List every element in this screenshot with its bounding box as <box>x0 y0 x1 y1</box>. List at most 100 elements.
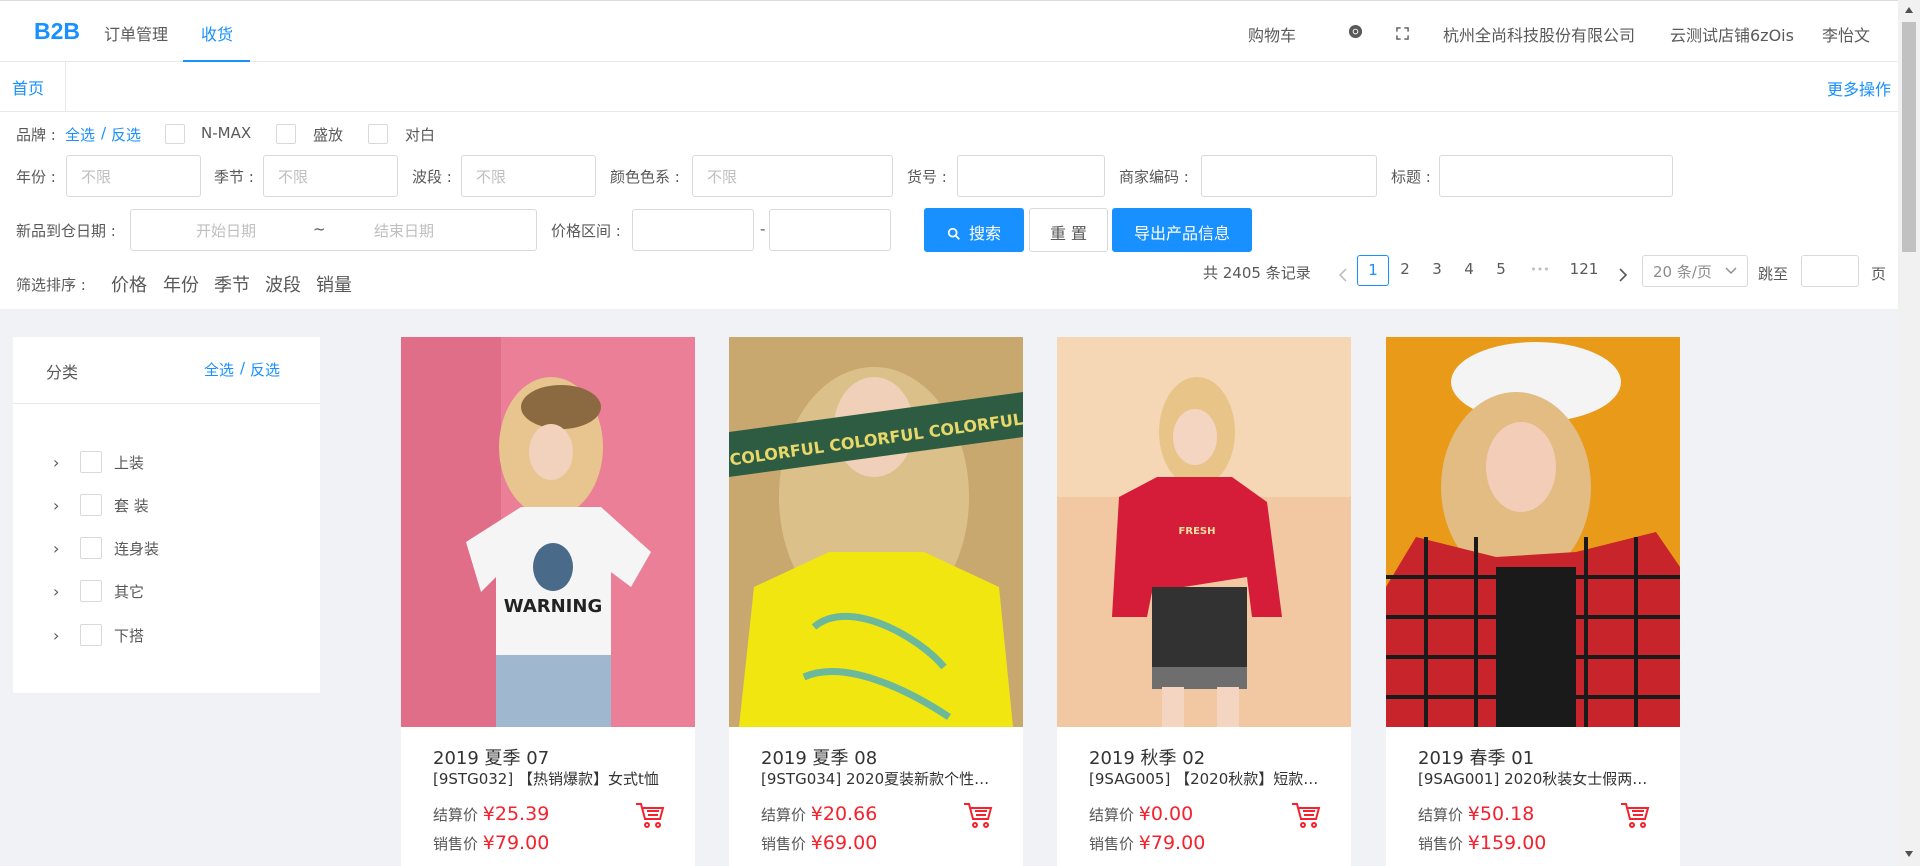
wave-select[interactable]: 不限 <box>461 155 596 197</box>
category-sidebar: 分类 全选 / 反选 › 上装 › 套 装 › 连身装 › 其它 › 下搭 <box>13 337 320 693</box>
store-name[interactable]: 云测试店铺6zOis <box>1670 22 1794 46</box>
chevron-right-icon[interactable]: › <box>53 582 59 601</box>
product-image[interactable] <box>1386 337 1680 727</box>
color-select[interactable]: 不限 <box>692 155 893 197</box>
page-5[interactable]: 5 <box>1489 260 1513 278</box>
scroll-down-icon[interactable] <box>1904 850 1914 858</box>
jump-page-input[interactable] <box>1801 255 1859 287</box>
year-select[interactable]: 不限 <box>66 155 201 197</box>
product-title[interactable]: 2019 秋季 02 <box>1089 744 1205 770</box>
filter-panel: 品牌 : 全选 / 反选 N-MAX 盛放 对白 年份 : 不限 季节 : 不限… <box>0 112 1898 309</box>
more-operations-link[interactable]: 更多操作 <box>1827 76 1891 100</box>
product-image[interactable]: FRESH <box>1057 337 1351 727</box>
brand-invert[interactable]: 反选 <box>111 124 141 145</box>
search-icon <box>947 226 961 245</box>
category-checkbox[interactable] <box>80 451 102 473</box>
add-to-cart-icon[interactable] <box>1620 801 1650 829</box>
category-checkbox[interactable] <box>80 624 102 646</box>
search-button[interactable]: 搜索 <box>924 208 1024 252</box>
add-to-cart-icon[interactable] <box>963 801 993 829</box>
product-image-text: WARNING <box>504 596 602 617</box>
category-checkbox[interactable] <box>80 537 102 559</box>
product-subtitle[interactable]: [9STG032] 【热销爆款】女式t恤 <box>433 768 669 789</box>
sale-price-row: 销售价 ¥159.00 <box>1418 832 1546 854</box>
product-title[interactable]: 2019 夏季 07 <box>433 744 549 770</box>
settle-price-label: 结算价 <box>1089 806 1135 824</box>
fullscreen-icon[interactable] <box>1396 25 1409 44</box>
sale-price: ¥69.00 <box>810 832 878 854</box>
add-to-cart-icon[interactable] <box>1291 801 1321 829</box>
add-to-cart-icon[interactable] <box>635 801 665 829</box>
product-card[interactable]: COLORFUL COLORFUL COLORFUL 2019 夏季 08 [9… <box>729 337 1023 866</box>
product-subtitle[interactable]: [9SAG005] 【2020秋款】短款卫衣 <box>1089 768 1325 789</box>
page-4[interactable]: 4 <box>1457 260 1481 278</box>
category-item-jumpsuits[interactable]: › 连身装 <box>13 535 320 565</box>
next-page-button[interactable] <box>1613 260 1633 288</box>
reset-button[interactable]: 重 置 <box>1029 208 1108 252</box>
app-logo[interactable]: B2B <box>34 18 80 45</box>
sale-price-row: 销售价 ¥79.00 <box>433 832 549 854</box>
nav-order-management[interactable]: 订单管理 <box>104 21 168 45</box>
merchant-code-input[interactable] <box>1201 155 1377 197</box>
product-card[interactable]: 2019 春季 01 [9SAG001] 2020秋装女士假两件衬衫 结算价 ¥… <box>1386 337 1680 866</box>
sort-sales[interactable]: 销量 <box>316 271 352 297</box>
sku-label: 货号 : <box>907 168 947 186</box>
page-3[interactable]: 3 <box>1425 260 1449 278</box>
category-item-sets[interactable]: › 套 装 <box>13 492 320 522</box>
page-2[interactable]: 2 <box>1393 260 1417 278</box>
scrollbar-thumb[interactable] <box>1902 22 1916 252</box>
brand-select-all[interactable]: 全选 <box>65 124 95 145</box>
brand-checkbox-nmax[interactable] <box>165 124 185 144</box>
product-subtitle[interactable]: [9STG034] 2020夏装新款个性印花 <box>761 768 997 789</box>
category-checkbox[interactable] <box>80 494 102 516</box>
title-input[interactable] <box>1439 155 1673 197</box>
sort-year[interactable]: 年份 <box>163 271 199 297</box>
product-subtitle[interactable]: [9SAG001] 2020秋装女士假两件衬衫 <box>1418 768 1654 789</box>
chevron-right-icon[interactable]: › <box>53 453 59 472</box>
end-date-placeholder: 结束日期 <box>374 222 435 240</box>
export-button[interactable]: 导出产品信息 <box>1112 208 1252 252</box>
sort-price[interactable]: 价格 <box>111 271 147 297</box>
category-checkbox[interactable] <box>80 580 102 602</box>
product-title[interactable]: 2019 春季 01 <box>1418 744 1534 770</box>
chevron-right-icon[interactable]: › <box>53 539 59 558</box>
cart-link[interactable]: 购物车 <box>1248 22 1296 46</box>
season-select[interactable]: 不限 <box>263 155 398 197</box>
color-label: 颜色色系 : <box>610 168 680 186</box>
page-ellipsis[interactable]: ••• <box>1525 260 1555 276</box>
price-min-input[interactable] <box>632 209 754 251</box>
product-card[interactable]: FRESH 2019 秋季 02 [9SAG005] 【2020秋款】短款卫衣 … <box>1057 337 1351 866</box>
product-image[interactable]: COLORFUL COLORFUL COLORFUL <box>729 337 1023 727</box>
brand-checkbox-shengfang[interactable] <box>276 124 296 144</box>
category-select-all[interactable]: 全选 <box>204 359 234 380</box>
product-card[interactable]: WARNING 2019 夏季 07 [9STG032] 【热销爆款】女式t恤 … <box>401 337 695 866</box>
sku-input[interactable] <box>957 155 1105 197</box>
sort-season[interactable]: 季节 <box>214 271 250 297</box>
brand-checkbox-duibai[interactable] <box>368 124 388 144</box>
price-max-input[interactable] <box>769 209 891 251</box>
category-invert[interactable]: 反选 <box>250 359 280 380</box>
product-title[interactable]: 2019 夏季 08 <box>761 744 877 770</box>
page-scrollbar[interactable] <box>1898 0 1920 866</box>
price-range-dash: - <box>760 220 766 238</box>
company-name[interactable]: 杭州全尚科技股份有限公司 <box>1443 22 1635 46</box>
page-1[interactable]: 1 <box>1357 255 1389 286</box>
prev-page-button[interactable] <box>1333 260 1353 288</box>
tab-home[interactable]: 首页 <box>0 62 66 112</box>
page-last[interactable]: 121 <box>1566 260 1602 278</box>
chrome-icon[interactable] <box>1348 24 1363 43</box>
category-item-bottoms[interactable]: › 下搭 <box>13 622 320 652</box>
scroll-up-icon[interactable] <box>1904 6 1914 14</box>
category-item-others[interactable]: › 其它 <box>13 578 320 608</box>
chevron-right-icon[interactable]: › <box>53 496 59 515</box>
user-name[interactable]: 李怡文 <box>1822 22 1870 46</box>
sort-wave[interactable]: 波段 <box>265 271 301 297</box>
brand-label: 品牌 : <box>16 126 56 144</box>
chevron-right-icon[interactable]: › <box>53 626 59 645</box>
nav-receiving[interactable]: 收货 <box>201 21 233 45</box>
page-size-select[interactable]: 20 条/页 <box>1642 255 1748 287</box>
brand-shengfang-label: 盛放 <box>313 126 344 144</box>
arrival-date-range[interactable]: 开始日期 ~ 结束日期 <box>130 209 537 251</box>
product-image[interactable]: WARNING <box>401 337 695 727</box>
category-item-tops[interactable]: › 上装 <box>13 449 320 479</box>
